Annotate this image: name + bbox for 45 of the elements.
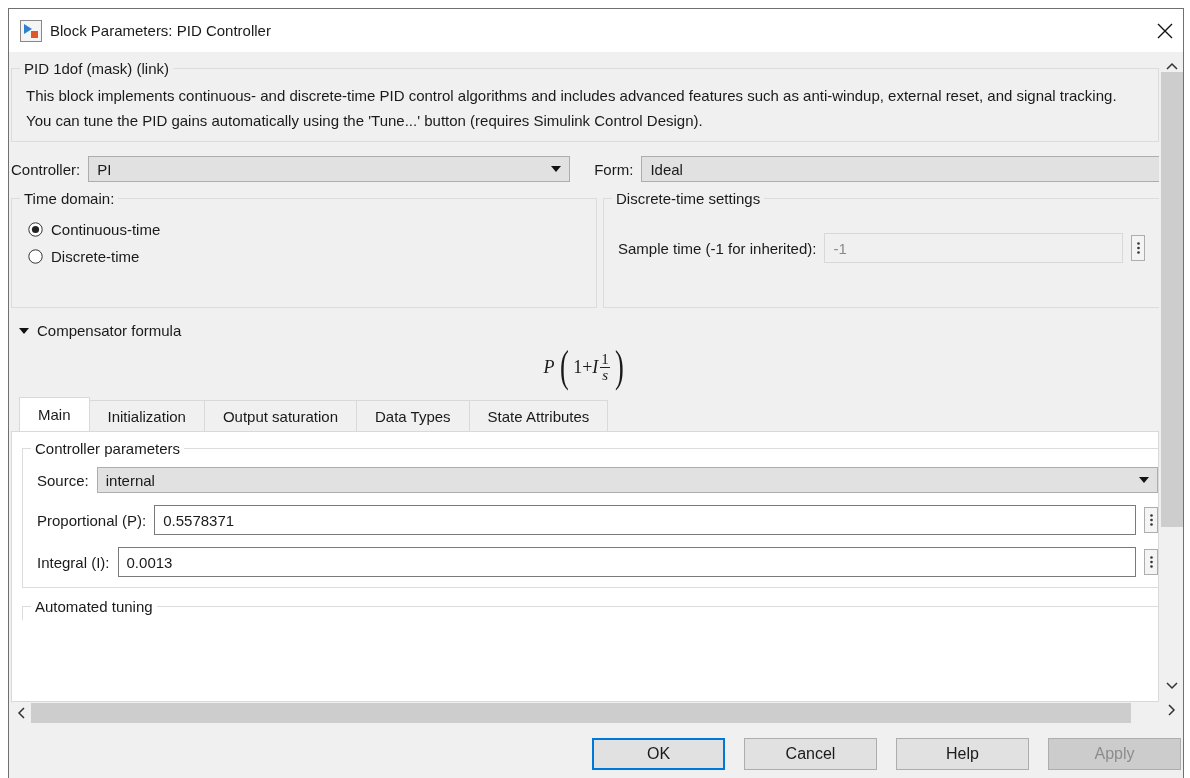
block-icon [20, 19, 42, 42]
group-title: Time domain: [23, 190, 116, 207]
scrollbar-thumb[interactable] [1161, 72, 1183, 527]
help-button[interactable]: Help [896, 738, 1029, 770]
group-title: Automated tuning [34, 598, 154, 615]
scroll-up-icon[interactable] [1166, 62, 1178, 70]
vertical-dots-icon [1136, 242, 1140, 254]
scrollbar-thumb[interactable] [31, 703, 1131, 723]
scroll-left-icon[interactable] [17, 707, 25, 719]
tab[interactable]: Main [19, 397, 90, 431]
field-label: Sample time (-1 for inherited): [618, 239, 817, 257]
expanded-triangle-icon[interactable] [19, 326, 29, 335]
source-dropdown[interactable]: internal [96, 467, 1158, 493]
input-field[interactable]: 0.0013 [117, 547, 1136, 577]
window-title: Block Parameters: PID Controller [50, 22, 272, 39]
group-title: Discrete-time settings [615, 190, 762, 207]
close-icon[interactable] [1157, 22, 1173, 39]
more-options-button[interactable] [1144, 549, 1158, 575]
more-options-button[interactable] [1131, 235, 1145, 261]
scroll-right-icon[interactable] [1168, 704, 1176, 716]
ok-button[interactable]: OK [592, 738, 725, 770]
radio-option[interactable]: Continuous-time [28, 221, 582, 238]
radio-icon[interactable] [28, 249, 43, 264]
field-label: Source: [37, 471, 89, 489]
input-field[interactable]: 0.5578371 [154, 505, 1136, 535]
section-toggle[interactable]: Compensator formula [37, 322, 182, 339]
group-title: Controller parameters [34, 440, 182, 457]
form-dropdown[interactable]: Ideal [641, 156, 1159, 182]
field-label: Form: [594, 160, 634, 178]
description-text: This block implements continuous- and discrete-time PID control algorithms and includes advanced features such as anti-windup, external reset, and signal tracking. You can tune the PID gains automatically using the 'Tune...' button (requires Simulink Control Design). [26, 86, 1118, 131]
controller-dropdown[interactable]: PI [88, 156, 571, 182]
radio-option[interactable]: Discrete-time [28, 248, 582, 265]
more-options-button[interactable] [1144, 507, 1158, 533]
radio-selected-icon[interactable] [28, 222, 43, 237]
cancel-button[interactable]: Cancel [744, 738, 877, 770]
vertical-dots-icon [1149, 556, 1153, 568]
scroll-down-icon[interactable] [1166, 682, 1178, 690]
group-title: PID 1dof (mask) (link) [23, 60, 171, 77]
dropdown-arrow-icon [551, 166, 562, 172]
field-label: Controller: [11, 160, 81, 178]
vertical-dots-icon [1149, 514, 1153, 526]
field-label: Proportional (P): [37, 511, 147, 529]
dropdown-arrow-icon [1139, 477, 1149, 483]
tab[interactable]: State Attributes [468, 400, 609, 431]
field-label: Integral (I): [37, 553, 110, 571]
